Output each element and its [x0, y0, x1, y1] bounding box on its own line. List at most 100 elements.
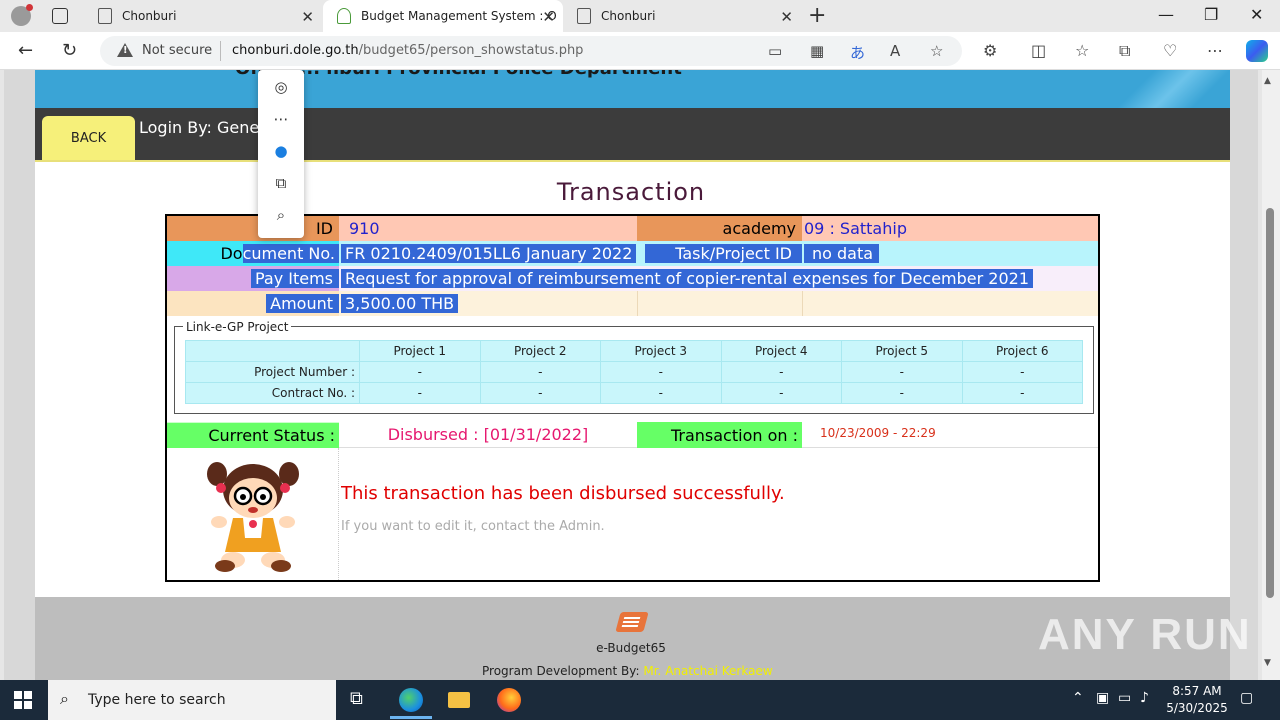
browser-tab-1[interactable]: Chonburi ✕	[84, 0, 322, 32]
minimize-icon[interactable]: —	[1158, 5, 1174, 24]
taskbar-clock[interactable]: 8:57 AM 5/30/2025	[1162, 683, 1232, 717]
egp-header-cell: Project 2	[479, 340, 601, 362]
close-window-icon[interactable]: ✕	[1250, 5, 1263, 24]
favorites-icon[interactable]: ☆	[1075, 41, 1089, 60]
scrollbar-thumb[interactable]	[1266, 208, 1274, 598]
contract-no-cell: -	[961, 382, 1083, 404]
academy-label: academy	[637, 216, 802, 241]
network-icon[interactable]: ▭	[1118, 690, 1131, 706]
profile-avatar-icon[interactable]	[11, 4, 33, 26]
taskbar-search-box[interactable]: ⌕ Type here to search	[48, 680, 336, 720]
pay-items-value-text: Request for approval of reimbursement of…	[341, 269, 1034, 288]
id-label: ID	[167, 216, 339, 241]
scroll-down-arrow-icon[interactable]: ▼	[1264, 658, 1271, 668]
id-value: 910	[339, 216, 637, 241]
back-arrow-icon[interactable]: ←	[18, 40, 33, 61]
firefox-icon[interactable]	[497, 688, 521, 712]
egp-header-cell: Project 4	[720, 340, 842, 362]
rss-feed-icon	[615, 612, 649, 632]
edge-browser-icon[interactable]	[399, 688, 423, 712]
copilot-icon[interactable]: ●	[258, 142, 304, 160]
login-by-text: Login By: Gene	[139, 118, 260, 137]
footer-dev-name[interactable]: Mr. Anatchai Kerkaew	[643, 664, 772, 678]
clock-date: 5/30/2025	[1166, 701, 1228, 715]
tab-title: Budget Management System : O	[361, 9, 557, 23]
task-value-text: no data	[804, 244, 880, 263]
refresh-icon[interactable]: ↻	[62, 40, 77, 61]
egp-contract-row: Contract No. : - - - - - -	[185, 382, 1083, 404]
url-path: /budget65/person_showstatus.php	[358, 43, 584, 58]
tab-actions-icon[interactable]	[52, 8, 68, 24]
more-options-icon[interactable]: ⋯	[258, 110, 304, 128]
egp-project-number-row: Project Number : - - - - - -	[185, 361, 1083, 383]
footer-dev-prefix: Program Development By:	[482, 664, 640, 678]
collections-icon[interactable]: ⧉	[1119, 41, 1130, 61]
page-icon	[98, 8, 112, 24]
egp-header-cell: Project 5	[841, 340, 963, 362]
url-text[interactable]: chonburi.dole.go.th/budget65/person_show…	[232, 43, 583, 58]
copy-icon[interactable]: ⧉	[258, 174, 304, 192]
pay-items-label: Pay Items	[167, 266, 339, 291]
browser-tab-2[interactable]: Budget Management System : O ✕	[323, 0, 563, 32]
volume-icon[interactable]: ♪	[1140, 690, 1149, 706]
more-menu-icon[interactable]: ⋯	[1207, 41, 1223, 60]
task-value: no data	[802, 241, 1098, 266]
security-label[interactable]: Not secure	[142, 43, 212, 58]
active-app-indicator	[390, 716, 432, 719]
project-number-cell: -	[479, 361, 601, 383]
transaction-on-value: 10/23/2009 - 22:29	[802, 422, 1098, 448]
pay-items-value: Request for approval of reimbursement of…	[339, 266, 1098, 291]
tab-title: Chonburi	[601, 9, 656, 23]
restore-icon[interactable]: ❐	[1204, 5, 1218, 24]
new-tab-icon[interactable]: +	[808, 3, 826, 28]
document-label-selected: cument No.	[242, 244, 339, 263]
scroll-up-arrow-icon[interactable]: ▲	[1264, 76, 1271, 86]
contract-no-label: Contract No. :	[185, 382, 360, 404]
app-available-icon[interactable]: ▭	[768, 42, 782, 60]
notifications-icon[interactable]: ▢	[1240, 690, 1253, 706]
file-explorer-icon[interactable]	[448, 692, 470, 708]
hide-menu-icon[interactable]: ◎	[258, 78, 304, 96]
back-button[interactable]: BACK	[42, 116, 135, 161]
browser-tab-3[interactable]: Chonburi ✕	[563, 0, 801, 32]
document-value-text: FR 0210.2409/015LL6 January 2022	[341, 244, 637, 263]
amount-empty-cell	[802, 291, 1098, 316]
windows-start-icon[interactable]	[14, 691, 32, 709]
edit-hint-message: If you want to edit it, contact the Admi…	[341, 518, 605, 534]
page-icon	[577, 8, 591, 24]
search-icon[interactable]: ⌕	[258, 206, 304, 224]
extensions-icon[interactable]: ⚙	[983, 41, 997, 60]
close-tab-icon[interactable]: ✕	[301, 8, 314, 26]
site-header: Office ... nburi Provincial Police Depar…	[35, 70, 1230, 108]
transaction-on-label: Transaction on :	[637, 422, 802, 448]
browser-essentials-icon[interactable]: ♡	[1163, 41, 1177, 60]
warning-icon[interactable]	[117, 43, 133, 57]
budget-site-icon	[337, 8, 351, 24]
document-value: FR 0210.2409/015LL6 January 2022	[339, 241, 637, 266]
divider	[220, 41, 221, 61]
close-tab-icon[interactable]: ✕	[780, 8, 793, 26]
cartoon-girl-icon	[207, 462, 299, 572]
qr-code-icon[interactable]: ▦	[810, 42, 824, 60]
tab-title: Chonburi	[122, 9, 177, 23]
project-number-cell: -	[600, 361, 722, 383]
contract-no-cell: -	[720, 382, 842, 404]
translate-icon[interactable]: あ	[850, 42, 865, 63]
text-selection-mini-menu: ◎ ⋯ ● ⧉ ⌕	[258, 70, 304, 238]
copilot-icon[interactable]	[1246, 40, 1268, 62]
favorite-star-icon[interactable]: ☆	[930, 42, 943, 60]
task-label-text: Task/Project ID	[645, 244, 802, 263]
project-number-cell: -	[720, 361, 842, 383]
split-screen-icon[interactable]: ◫	[1031, 41, 1046, 60]
egp-header-cell: Project 3	[600, 340, 722, 362]
egp-header-cell: Project 6	[961, 340, 1083, 362]
close-tab-icon[interactable]: ✕	[542, 8, 555, 26]
document-label: Do cument No.	[167, 241, 339, 266]
current-status-label: Current Status :	[167, 422, 339, 448]
device-icon[interactable]: ▣	[1096, 690, 1109, 706]
task-view-icon[interactable]: ⧉	[350, 688, 363, 709]
project-number-label: Project Number :	[185, 361, 360, 383]
show-hidden-icons-icon[interactable]: ⌃	[1072, 690, 1084, 706]
egp-header-cell: Project 1	[359, 340, 481, 362]
read-aloud-icon[interactable]: A	[890, 42, 900, 60]
